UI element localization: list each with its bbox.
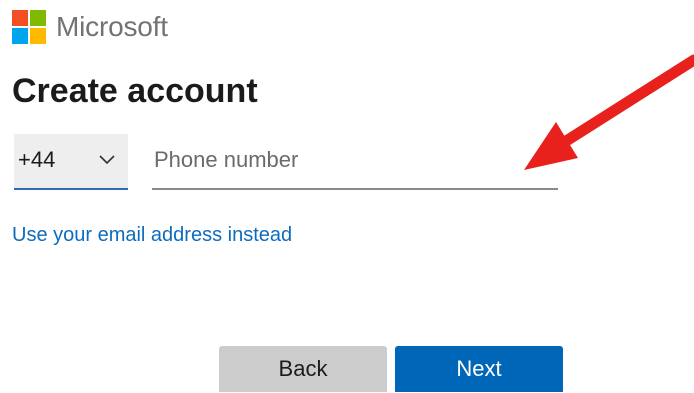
annotation-arrow-icon [524, 54, 694, 170]
create-account-page: Microsoft Create account +44 Use your em… [0, 0, 694, 393]
next-button[interactable]: Next [395, 346, 563, 392]
microsoft-logo-icon [12, 10, 46, 44]
phone-number-field [152, 134, 558, 190]
use-email-link[interactable]: Use your email address instead [12, 222, 292, 248]
phone-entry-row: +44 [14, 134, 558, 192]
microsoft-brand: Microsoft [12, 9, 168, 45]
country-code-select[interactable]: +44 [14, 134, 128, 190]
chevron-down-icon [96, 145, 118, 175]
back-button[interactable]: Back [219, 346, 387, 392]
page-title: Create account [12, 72, 258, 110]
phone-number-input[interactable] [152, 144, 558, 176]
country-code-value: +44 [18, 147, 56, 172]
brand-name: Microsoft [56, 11, 168, 42]
